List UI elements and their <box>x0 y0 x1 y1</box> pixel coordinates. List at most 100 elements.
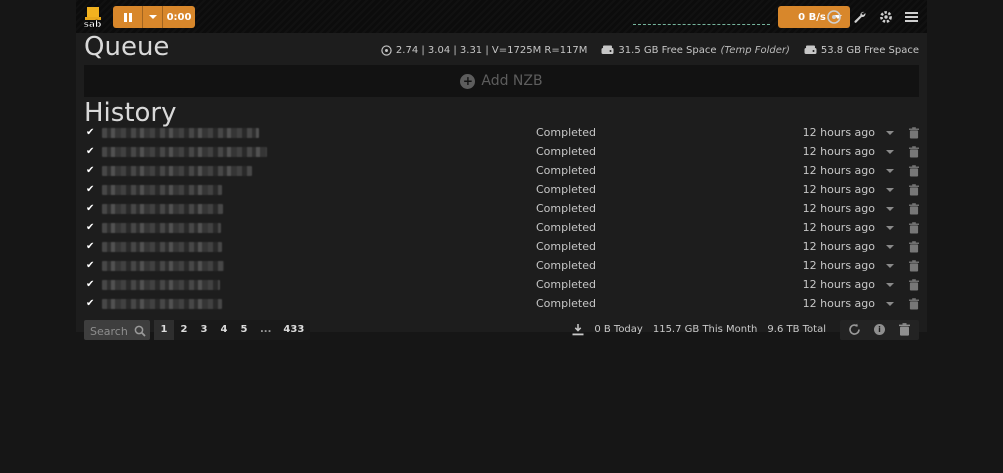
row-dropdown-button[interactable] <box>875 245 905 249</box>
history-row[interactable]: ✔Completed12 hours ago <box>76 237 927 256</box>
page-button-5[interactable]: 5 <box>234 320 254 340</box>
temp-free-space: 31.5 GB Free Space (Temp Folder) <box>601 45 789 56</box>
job-time: 12 hours ago <box>780 221 875 234</box>
job-name-redacted <box>102 185 536 195</box>
pause-control-group: 0:00 <box>113 6 195 28</box>
row-delete-button[interactable] <box>905 279 919 291</box>
job-name-redacted <box>102 204 536 214</box>
check-icon: ✔ <box>86 204 102 214</box>
row-dropdown-button[interactable] <box>875 226 905 230</box>
temp-free-note: (Temp Folder) <box>721 45 790 56</box>
history-row[interactable]: ✔Completed12 hours ago <box>76 256 927 275</box>
check-icon: ✔ <box>86 166 102 176</box>
pause-dropdown-button[interactable] <box>143 6 163 28</box>
job-time: 12 hours ago <box>780 202 875 215</box>
history-row[interactable]: ✔Completed12 hours ago <box>76 123 927 142</box>
row-dropdown-button[interactable] <box>875 169 905 173</box>
plus-circle-icon: + <box>460 74 475 89</box>
trash-icon <box>909 127 919 139</box>
history-list: ✔Completed12 hours ago✔Completed12 hours… <box>76 123 927 313</box>
check-icon: ✔ <box>86 128 102 138</box>
page-button-3[interactable]: 3 <box>194 320 214 340</box>
menu-button[interactable] <box>904 9 919 24</box>
failed-info-button[interactable]: i <box>873 323 886 336</box>
row-delete-button[interactable] <box>905 146 919 158</box>
row-dropdown-button[interactable] <box>875 302 905 306</box>
chevron-down-icon <box>886 264 894 268</box>
trash-icon <box>899 323 910 336</box>
page-button-2[interactable]: 2 <box>174 320 194 340</box>
job-status: Completed <box>536 221 780 234</box>
history-row[interactable]: ✔Completed12 hours ago <box>76 199 927 218</box>
purge-history-button[interactable] <box>898 323 911 336</box>
settings-button[interactable] <box>878 9 893 24</box>
job-time: 12 hours ago <box>780 183 875 196</box>
add-nzb-button-top[interactable] <box>826 9 841 24</box>
stats-bar: 2.74 | 3.04 | 3.31 | V=1725M R=117M 31.5… <box>381 45 919 56</box>
row-dropdown-button[interactable] <box>875 283 905 287</box>
row-delete-button[interactable] <box>905 184 919 196</box>
history-row[interactable]: ✔Completed12 hours ago <box>76 161 927 180</box>
trash-icon <box>909 165 919 177</box>
refresh-button[interactable] <box>848 323 861 336</box>
trash-icon <box>909 241 919 253</box>
check-icon: ✔ <box>86 299 102 309</box>
trash-icon <box>909 184 919 196</box>
row-dropdown-button[interactable] <box>875 188 905 192</box>
job-status: Completed <box>536 297 780 310</box>
chevron-down-icon <box>886 302 894 306</box>
pause-button[interactable] <box>113 6 143 28</box>
job-name-redacted <box>102 223 536 233</box>
history-actions: i <box>840 320 919 340</box>
svg-text:sab: sab <box>84 20 102 29</box>
row-delete-button[interactable] <box>905 298 919 310</box>
job-time: 12 hours ago <box>780 297 875 310</box>
row-dropdown-button[interactable] <box>875 207 905 211</box>
chevron-down-icon <box>149 15 157 19</box>
history-header: History <box>76 97 927 123</box>
history-row[interactable]: ✔Completed12 hours ago <box>76 142 927 161</box>
history-search <box>84 320 150 340</box>
history-row[interactable]: ✔Completed12 hours ago <box>76 275 927 294</box>
row-dropdown-button[interactable] <box>875 150 905 154</box>
job-name-redacted <box>102 242 536 252</box>
page-button-1[interactable]: 1 <box>154 320 174 340</box>
job-status: Completed <box>536 145 780 158</box>
check-icon: ✔ <box>86 280 102 290</box>
row-delete-button[interactable] <box>905 260 919 272</box>
trash-icon <box>909 298 919 310</box>
history-row[interactable]: ✔Completed12 hours ago <box>76 218 927 237</box>
sabnzbd-logo[interactable]: sab <box>80 5 104 29</box>
status-button[interactable] <box>852 9 867 24</box>
queue-header: Queue 2.74 | 3.04 | 3.31 | V=1725M R=117… <box>76 33 927 59</box>
speed-graph-line <box>633 24 770 25</box>
stat-total: 9.6 TB Total <box>767 324 826 335</box>
download-stats: 0 B Today 115.7 GB This Month 9.6 TB Tot… <box>572 320 919 340</box>
history-title: History <box>84 100 177 126</box>
history-row[interactable]: ✔ Completed12 hours ago <box>76 294 927 313</box>
row-delete-button[interactable] <box>905 222 919 234</box>
page-button-433[interactable]: 433 <box>277 320 310 340</box>
row-delete-button[interactable] <box>905 203 919 215</box>
pause-timer[interactable]: 0:00 <box>163 6 195 28</box>
row-delete-button[interactable] <box>905 241 919 253</box>
row-delete-button[interactable] <box>905 165 919 177</box>
row-dropdown-button[interactable] <box>875 264 905 268</box>
system-stats: 2.74 | 3.04 | 3.31 | V=1725M R=117M <box>381 45 588 56</box>
page-button-4[interactable]: 4 <box>214 320 234 340</box>
check-icon: ✔ <box>86 261 102 271</box>
chevron-down-icon <box>886 283 894 287</box>
job-status: Completed <box>536 183 780 196</box>
job-time: 12 hours ago <box>780 145 875 158</box>
row-dropdown-button[interactable] <box>875 131 905 135</box>
history-row[interactable]: ✔ Completed12 hours ago <box>76 180 927 199</box>
navbar-icon-cluster <box>826 0 919 33</box>
chevron-down-icon <box>886 169 894 173</box>
row-delete-button[interactable] <box>905 127 919 139</box>
job-time: 12 hours ago <box>780 259 875 272</box>
job-status: Completed <box>536 164 780 177</box>
hdd-icon <box>804 45 817 55</box>
check-icon: ✔ <box>86 185 102 195</box>
search-icon[interactable] <box>133 323 147 342</box>
add-nzb-dropzone[interactable]: + Add NZB <box>84 65 919 97</box>
